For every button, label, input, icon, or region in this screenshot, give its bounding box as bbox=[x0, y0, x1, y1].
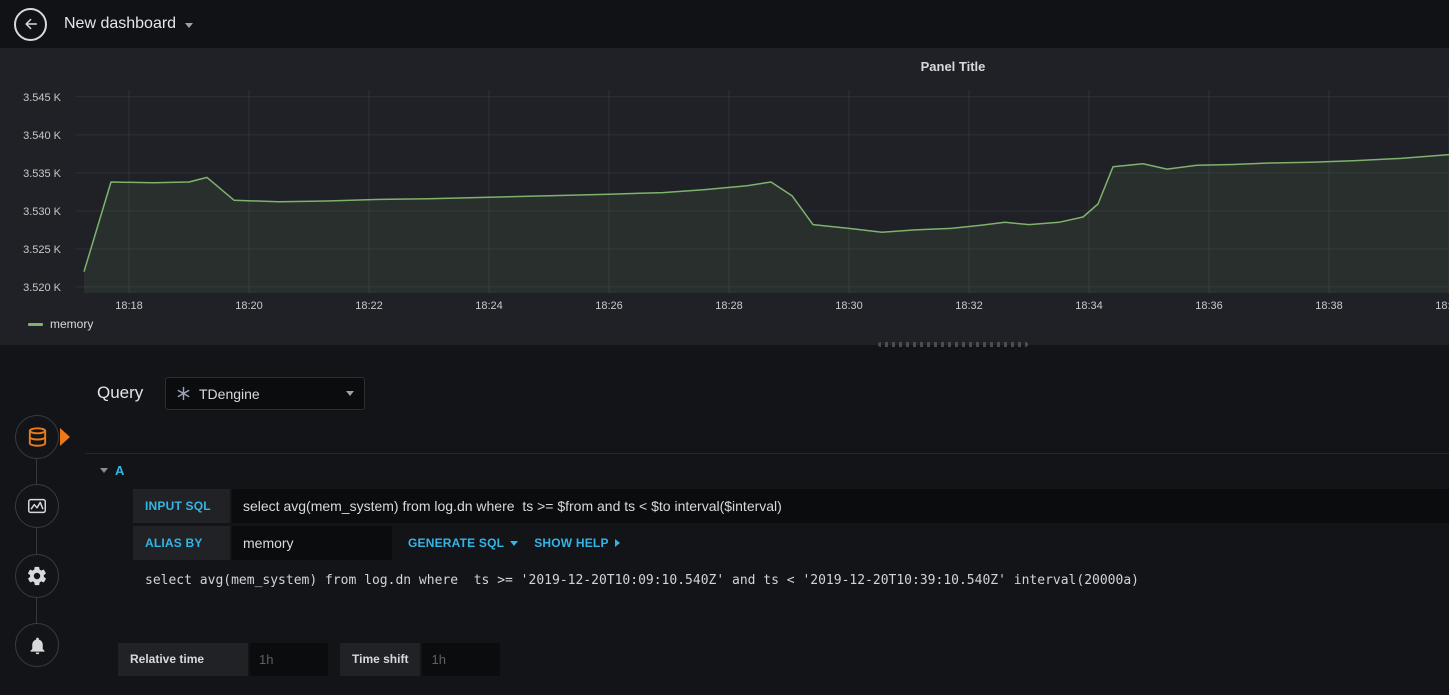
svg-text:3.525 K: 3.525 K bbox=[23, 244, 62, 256]
show-help-label: SHOW HELP bbox=[534, 536, 609, 550]
chart-image-icon bbox=[28, 498, 46, 514]
svg-text:18:40: 18:40 bbox=[1435, 300, 1449, 312]
chevron-down-icon bbox=[346, 391, 354, 396]
svg-text:18:22: 18:22 bbox=[355, 300, 383, 312]
query-section-title: Query bbox=[97, 383, 144, 402]
relative-time-field[interactable] bbox=[250, 643, 328, 676]
datasource-picker[interactable]: TDengine bbox=[165, 377, 365, 410]
svg-text:18:24: 18:24 bbox=[475, 300, 503, 312]
svg-text:18:20: 18:20 bbox=[235, 300, 263, 312]
alias-by-field[interactable] bbox=[232, 526, 392, 560]
input-sql-label: INPUT SQL bbox=[133, 489, 230, 523]
datasource-value: TDengine bbox=[199, 385, 260, 402]
collapse-caret-icon bbox=[100, 468, 108, 473]
tab-connector-line bbox=[36, 437, 37, 645]
generated-sql-preview: select avg(mem_system) from log.dn where… bbox=[145, 573, 1139, 588]
show-help-button[interactable]: SHOW HELP bbox=[534, 526, 620, 560]
tab-general[interactable] bbox=[15, 554, 59, 598]
svg-text:18:38: 18:38 bbox=[1315, 300, 1343, 312]
active-tab-arrow-icon bbox=[60, 428, 70, 446]
back-button[interactable] bbox=[14, 7, 47, 41]
graph-panel: Panel Title 3.545 K 3.540 K 3.535 K 3.530 K… bbox=[0, 48, 1449, 345]
svg-text:3.520 K: 3.520 K bbox=[23, 282, 62, 294]
generate-sql-button[interactable]: GENERATE SQL bbox=[408, 526, 519, 560]
timeseries-chart[interactable]: 3.545 K 3.540 K 3.535 K 3.530 K 3.525 K 3.520… bbox=[0, 48, 1449, 345]
alias-by-row: ALIAS BY GENERATE SQL SHOW HELP bbox=[133, 526, 620, 560]
svg-text:18:26: 18:26 bbox=[595, 300, 623, 312]
legend-color-swatch bbox=[28, 322, 43, 326]
tab-queries[interactable] bbox=[15, 415, 59, 459]
arrow-left-icon bbox=[24, 18, 37, 30]
time-shift-label: Time shift bbox=[340, 643, 421, 676]
database-icon bbox=[28, 426, 46, 447]
chevron-right-icon bbox=[614, 539, 620, 547]
query-ref-letter: A bbox=[115, 463, 125, 478]
tab-alert[interactable] bbox=[15, 623, 59, 667]
bell-icon bbox=[30, 637, 44, 654]
gear-icon bbox=[27, 566, 46, 586]
query-ref-a-header[interactable]: A bbox=[85, 453, 1449, 478]
dashboard-title: New dashboard bbox=[64, 15, 177, 32]
time-shift-field[interactable] bbox=[422, 643, 501, 676]
svg-text:18:36: 18:36 bbox=[1195, 300, 1223, 312]
tab-visualization[interactable] bbox=[15, 484, 59, 528]
svg-text:3.530 K: 3.530 K bbox=[23, 206, 62, 218]
svg-text:18:18: 18:18 bbox=[115, 300, 143, 312]
svg-text:3.535 K: 3.535 K bbox=[23, 168, 62, 180]
legend-label: memory bbox=[50, 317, 94, 331]
svg-text:3.545 K: 3.545 K bbox=[23, 92, 62, 104]
dashboard-title-menu[interactable]: New dashboard bbox=[64, 15, 194, 33]
svg-text:18:28: 18:28 bbox=[715, 300, 743, 312]
time-options-row: Relative time Time shift bbox=[118, 643, 501, 676]
input-sql-field[interactable] bbox=[232, 489, 1449, 523]
legend-item-memory[interactable]: memory bbox=[28, 317, 93, 331]
scrollbar-handle[interactable] bbox=[878, 342, 1028, 347]
svg-text:18:32: 18:32 bbox=[955, 300, 983, 312]
relative-time-label: Relative time bbox=[118, 643, 248, 676]
generate-sql-label: GENERATE SQL bbox=[408, 536, 505, 550]
svg-text:3.540 K: 3.540 K bbox=[23, 130, 62, 142]
top-navbar: New dashboard bbox=[0, 0, 1449, 48]
alias-by-label: ALIAS BY bbox=[133, 526, 230, 560]
svg-text:18:30: 18:30 bbox=[835, 300, 863, 312]
tdengine-logo-icon bbox=[177, 386, 190, 401]
svg-text:18:34: 18:34 bbox=[1075, 300, 1103, 312]
chevron-down-icon bbox=[510, 540, 519, 546]
chevron-down-icon bbox=[185, 23, 194, 28]
input-sql-row: INPUT SQL bbox=[133, 489, 1449, 523]
